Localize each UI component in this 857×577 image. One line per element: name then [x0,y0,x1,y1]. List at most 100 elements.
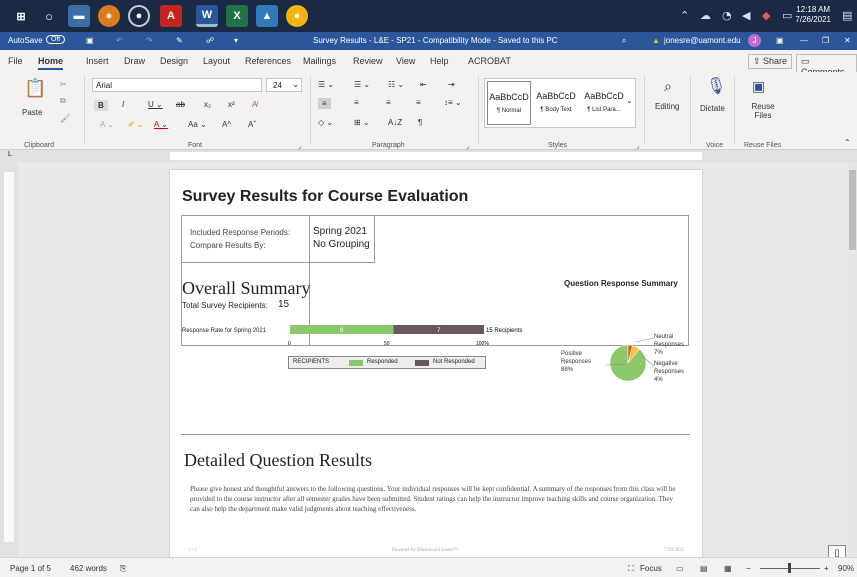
close-icon[interactable]: ✕ [844,36,851,45]
tab-review[interactable]: Review [353,56,383,66]
share-button[interactable]: ⇪ Share [748,54,793,69]
search-icon-title[interactable]: ⌕ [622,36,626,46]
save-icon[interactable]: ▣ [86,36,94,45]
windows-start-icon[interactable]: ⊞ [10,5,32,27]
borders-icon[interactable]: ⊞ ⌄ [354,118,370,127]
tab-acrobat[interactable]: ACROBAT [468,56,511,66]
tab-view[interactable]: View [396,56,415,66]
firefox-icon[interactable]: ● [98,5,120,27]
zoom-thumb[interactable] [788,563,791,573]
editing-button[interactable]: Editing [655,102,679,111]
chevron-up-icon[interactable]: ⌃ [680,9,689,22]
print-layout-icon[interactable]: ▤ [700,564,708,573]
tab-help[interactable]: Help [430,56,449,66]
tab-layout[interactable]: Layout [203,56,230,66]
font-size-box[interactable]: 24 ⌄ [266,78,302,92]
change-case-button[interactable]: Aa ⌄ [188,120,207,129]
keyboard-icon[interactable]: ▭ [782,9,792,22]
tab-selector-icon[interactable]: L [8,151,12,158]
dictate-button[interactable]: Dictate [700,104,725,113]
clock[interactable]: 12:18 AM 7/26/2021 [795,5,831,25]
align-right-button[interactable]: ≡ [386,98,391,107]
paste-icon[interactable]: 📋 [24,78,46,99]
paste-button[interactable]: Paste [22,108,42,117]
copy-icon[interactable]: ⧉ [60,96,66,106]
cut-icon[interactable]: ✂ [60,80,67,89]
styles-launcher-icon[interactable]: ⌟ [636,142,639,150]
bold-button[interactable]: B [94,100,108,111]
ribbon-display-icon[interactable]: ▣ [776,36,784,45]
tab-design[interactable]: Design [160,56,188,66]
focus-icon[interactable]: ⛶ [628,564,634,574]
autosave-toggle[interactable]: Off [46,35,66,44]
read-mode-icon[interactable]: ▭ [676,564,684,573]
superscript-button[interactable]: x² [228,100,235,109]
focus-button[interactable]: Focus [640,564,662,573]
strikethrough-button[interactable]: ab [176,100,185,109]
zoom-level[interactable]: 90% [838,564,854,573]
decrease-indent-icon[interactable]: ⇤ [420,80,427,89]
notifications-icon[interactable]: ▤ [842,9,852,22]
document-title[interactable]: Survey Results - L&E - SP21 - Compatibil… [313,36,558,45]
paragraph-launcher-icon[interactable]: ⌟ [466,142,469,150]
reuse-files-button[interactable]: Reuse Files [748,102,778,120]
tab-references[interactable]: References [245,56,291,66]
multilevel-list-icon[interactable]: ☷ ⌄ [388,80,404,89]
word-count[interactable]: 462 words [70,564,107,573]
font-color-icon[interactable]: A ⌄ [154,120,168,129]
chrome-icon[interactable]: ● [286,5,308,27]
vertical-scrollbar[interactable] [848,162,857,557]
subscript-button[interactable]: x₂ [204,100,211,109]
format-painter-icon[interactable]: ✎ [176,36,183,45]
user-account[interactable]: jonesre@uamont.edu [664,36,741,45]
grow-font-button[interactable]: A^ [222,120,231,129]
proofing-icon[interactable]: ⎘ [120,564,126,574]
bullets-icon[interactable]: ☰ ⌄ [318,80,334,89]
align-left-button[interactable]: ≡ [318,98,331,109]
zoom-in-icon[interactable]: + [824,564,829,573]
justify-button[interactable]: ≡ [416,98,421,107]
avatar[interactable]: J [748,34,761,47]
text-effects-icon[interactable]: A ⌄ [100,120,114,129]
customize-toolbar-icon[interactable]: ▾ [234,36,238,45]
word-taskbar-icon[interactable]: W [196,5,218,27]
shading-icon[interactable]: ◇ ⌄ [318,118,333,127]
highlight-icon[interactable]: ✐ ⌄ [128,120,144,129]
italic-button[interactable]: I [122,100,124,109]
increase-indent-icon[interactable]: ⇥ [448,80,455,89]
sort-icon[interactable]: A↓Z [388,118,402,127]
scroll-thumb[interactable] [849,170,856,250]
clear-formatting-icon[interactable]: A̸ [252,100,257,109]
find-icon[interactable]: ⌕ [664,78,672,95]
page-count[interactable]: Page 1 of 5 [10,564,51,573]
collapse-ribbon-icon[interactable]: ⌃ [844,138,851,147]
redo-icon[interactable]: ↷ [146,36,153,45]
search-icon[interactable]: ○ [38,5,60,27]
zoom-out-icon[interactable]: − [746,564,751,573]
horizontal-ruler[interactable]: L [0,150,857,162]
photos-icon[interactable]: ▲ [256,5,278,27]
microphone-icon[interactable]: 🎙 [706,76,726,96]
styles-more-icon[interactable]: ⌄ [626,96,633,105]
speaker-icon[interactable]: ◀ [742,9,750,22]
font-launcher-icon[interactable]: ⌟ [298,142,301,150]
document-page[interactable]: Survey Results for Course Evaluation Inc… [170,170,702,562]
tab-home[interactable]: Home [38,56,64,70]
tab-mailings[interactable]: Mailings [303,56,336,66]
chevron-down-icon[interactable]: ⌄ [292,80,299,89]
format-painter-brush-icon[interactable]: 🖌 [60,114,70,123]
minimize-icon[interactable]: — [800,36,808,45]
align-center-button[interactable]: ≡ [354,98,359,107]
restore-icon[interactable]: ❐ [822,36,829,45]
web-layout-icon[interactable]: ▦ [724,564,732,573]
tab-file[interactable]: File [8,56,23,66]
reuse-files-icon[interactable]: ▣ [752,78,765,95]
shrink-font-button[interactable]: Aˇ [248,120,256,129]
cloud-icon[interactable]: ☁ [700,9,711,22]
show-formatting-icon[interactable]: ¶ [418,118,422,127]
excel-icon[interactable]: X [226,5,248,27]
underline-button[interactable]: U ⌄ [148,100,163,109]
app-tray-icon[interactable]: ◆ [762,9,770,22]
style-list-paragraph[interactable]: AaBbCcD ¶ List Para... [581,81,627,125]
acrobat-icon[interactable]: A [160,5,182,27]
